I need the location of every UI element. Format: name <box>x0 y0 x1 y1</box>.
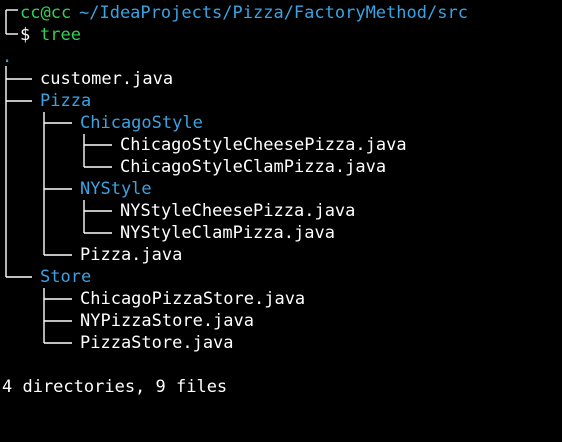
prompt-cwd: ~/IdeaProjects/Pizza/FactoryMethod/src <box>79 3 468 23</box>
summary-text: 4 directories, 9 files <box>2 377 228 397</box>
prompt-user-host: cc@cc <box>20 3 72 23</box>
command-line[interactable]: $ tree <box>0 24 81 46</box>
directory-name: NYStyle <box>80 179 152 199</box>
tree-entry: ChicagoStyle <box>0 112 203 134</box>
tree-summary: 4 directories, 9 files <box>0 376 227 398</box>
tree-entry: NYStyle <box>0 178 152 200</box>
prompt-line: cc@cc ~/IdeaProjects/Pizza/FactoryMethod… <box>0 2 468 24</box>
file-name: NYStyleCheesePizza.java <box>120 201 356 221</box>
file-name: ChicagoPizzaStore.java <box>80 289 306 309</box>
terminal-window[interactable]: cc@cc ~/IdeaProjects/Pizza/FactoryMethod… <box>0 0 562 401</box>
tree-entry: NYStyleClamPizza.java <box>0 222 335 244</box>
directory-name: Store <box>40 267 92 287</box>
tree-root: . <box>0 46 41 68</box>
tree-entry: customer.java <box>0 68 173 90</box>
tree-entry: Pizza <box>0 90 91 112</box>
file-name: PizzaStore.java <box>80 333 234 353</box>
tree-entry: NYPizzaStore.java <box>0 310 254 332</box>
file-name: ChicagoStyleClamPizza.java <box>120 157 387 177</box>
tree-entry: ChicagoStyleClamPizza.java <box>0 156 386 178</box>
prompt-symbol: $ <box>20 25 31 45</box>
file-name: customer.java <box>40 69 174 89</box>
tree-root-dot: . <box>2 47 13 67</box>
command-text: tree <box>40 25 81 45</box>
tree-entry: PizzaStore.java <box>0 332 234 354</box>
tree-entry: Store <box>0 266 91 288</box>
directory-name: Pizza <box>40 91 92 111</box>
directory-name: ChicagoStyle <box>80 113 203 133</box>
file-name: NYPizzaStore.java <box>80 311 254 331</box>
tree-entry: ChicagoStyleCheesePizza.java <box>0 134 407 156</box>
tree-entry: Pizza.java <box>0 244 182 266</box>
tree-entry: NYStyleCheesePizza.java <box>0 200 355 222</box>
file-name: ChicagoStyleCheesePizza.java <box>120 135 407 155</box>
file-name: NYStyleClamPizza.java <box>120 223 335 243</box>
file-name: Pizza.java <box>80 245 183 265</box>
tree-entry: ChicagoPizzaStore.java <box>0 288 305 310</box>
